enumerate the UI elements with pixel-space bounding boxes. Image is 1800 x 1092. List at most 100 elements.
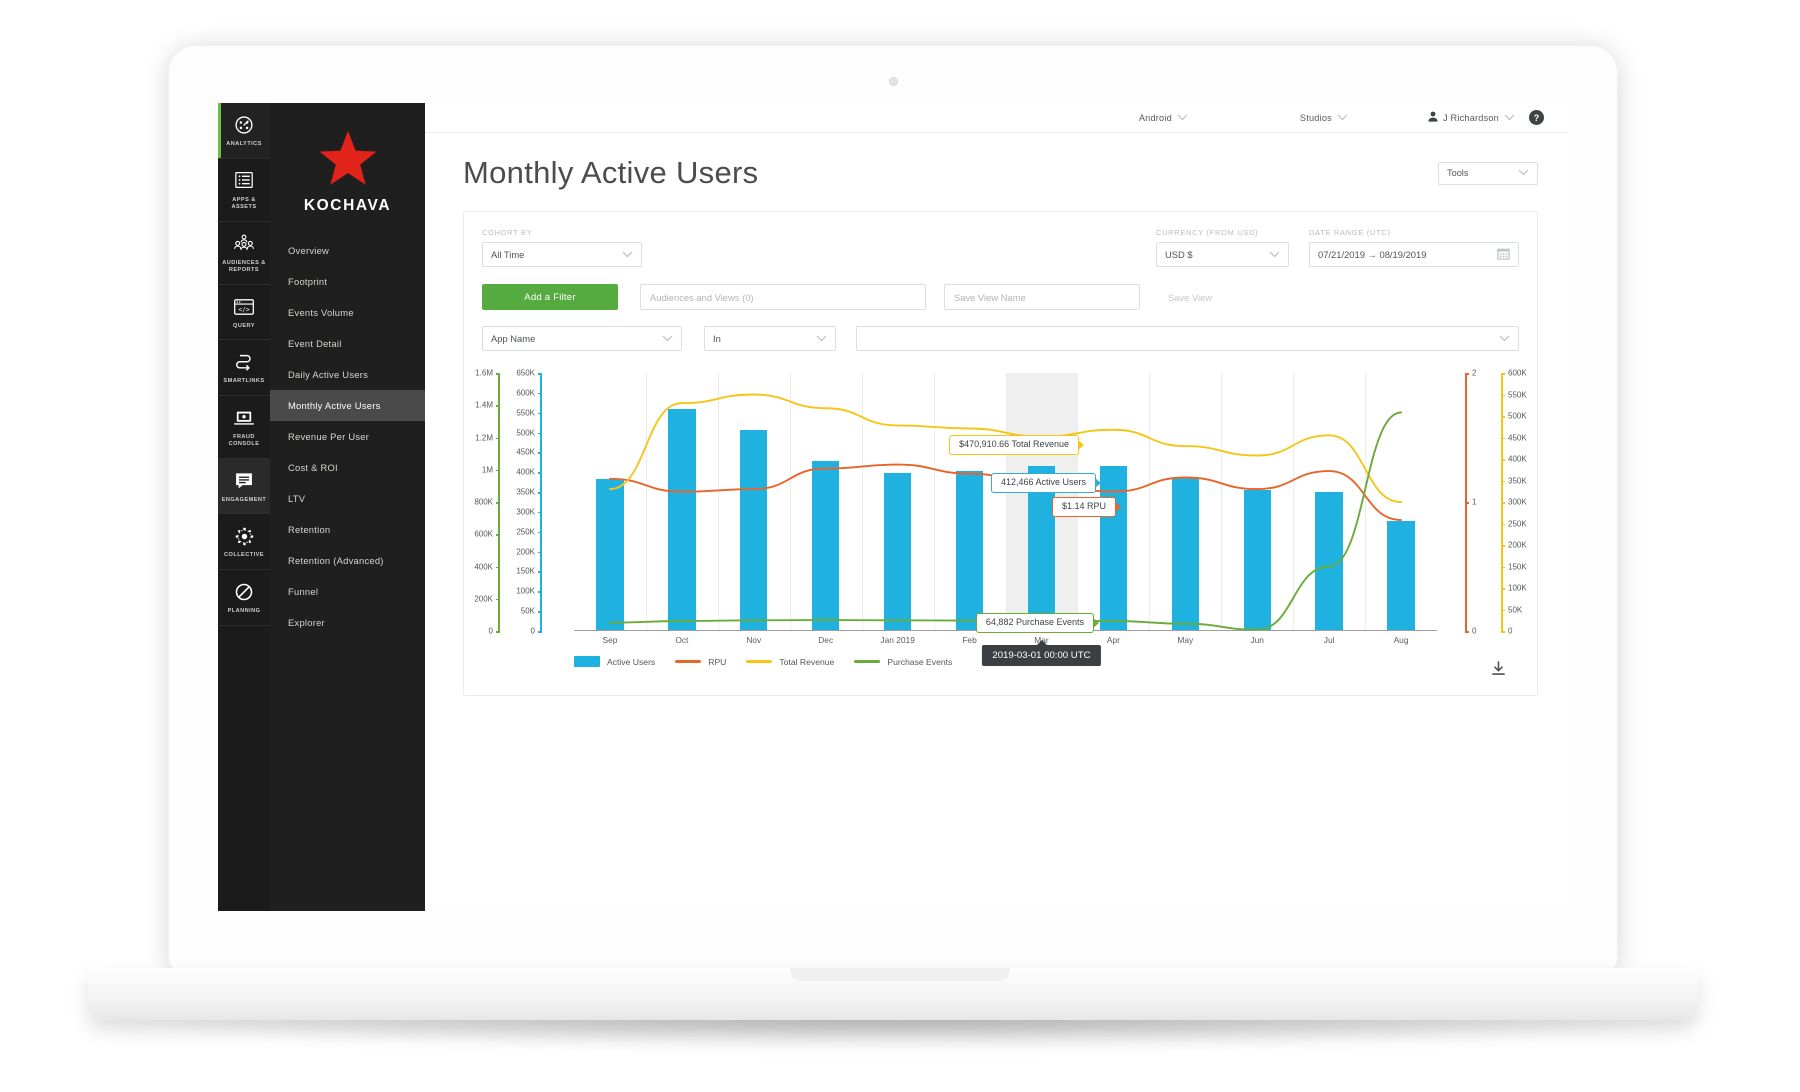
sidebar-item-monthly-active-users[interactable]: Monthly Active Users [270, 390, 425, 421]
rail-item-fraud-console[interactable]: FRAUD CONSOLE [218, 396, 270, 459]
axis-tick [496, 437, 500, 439]
page-title: Monthly Active Users [463, 155, 759, 190]
rail-item-engagement[interactable]: ENGAGEMENT [218, 458, 270, 515]
axis-tick [538, 551, 542, 554]
user-menu[interactable]: J Richardson [1428, 111, 1515, 124]
legend-swatch [675, 660, 702, 663]
axis-tick [1501, 437, 1505, 439]
filter-value-select[interactable] [856, 326, 1519, 351]
date-range-value: 07/21/2019 → 08/19/2019 [1318, 249, 1427, 260]
x-axis-label: Jan 2019 [880, 635, 915, 645]
sidebar-item-funnel[interactable]: Funnel [270, 576, 425, 607]
axis-tick-label: 0 [488, 626, 493, 636]
x-axis-label: Feb [962, 635, 977, 645]
save-view-button[interactable]: Save View [1154, 284, 1226, 310]
axis-tick-label: 450K [1508, 433, 1527, 442]
axis-tick-label: 100K [1508, 583, 1527, 593]
callout-events: 64,882 Purchase Events [975, 613, 1100, 633]
rail-item-apps-assets[interactable]: APPS & ASSETS [218, 159, 270, 222]
axis-tick [1501, 416, 1505, 418]
legend-item-total-revenue[interactable]: Total Revenue [746, 657, 834, 667]
sidebar-item-overview[interactable]: Overview [270, 235, 425, 266]
chevron-down-icon [1499, 333, 1510, 344]
add-filter-button[interactable]: Add a Filter [482, 284, 618, 310]
axis-tick-label: 600K [1508, 368, 1527, 378]
tools-label: Tools [1447, 168, 1469, 178]
platform-selector[interactable]: Android [1139, 113, 1188, 123]
laptop-screen: ANALYTICS APPS & ASSETS AUDIENCES & REPO… [218, 103, 1568, 911]
rail-item-analytics[interactable]: ANALYTICS [218, 103, 270, 159]
sidebar-item-revenue-per-user[interactable]: Revenue Per User [270, 421, 425, 452]
sidebar-item-retention-advanced[interactable]: Retention (Advanced) [270, 545, 425, 576]
axis-tick [538, 492, 542, 494]
main-content: Android Studios J Richardson ? Monthly A… [425, 103, 1568, 911]
x-axis-label: Dec [818, 635, 834, 645]
audiences-and-views-input[interactable]: Audiences and Views (0) [640, 284, 926, 310]
filter-operator-select[interactable]: In [704, 326, 836, 351]
axis-tick [1501, 523, 1505, 525]
axis-tick [496, 566, 500, 568]
axis-tick [496, 598, 500, 601]
download-icon[interactable] [1492, 661, 1505, 681]
rail-item-planning[interactable]: PLANNING [218, 570, 270, 626]
x-axis-label: Sep [602, 635, 618, 645]
axis-tick-label: 0 [1472, 626, 1477, 636]
cohort-value: All Time [491, 249, 525, 260]
rail-item-collective[interactable]: COLLECTIVE [218, 514, 270, 571]
top-bar: Android Studios J Richardson ? [425, 103, 1568, 133]
rail-item-smartlinks[interactable]: SMARTLINKS [218, 340, 270, 396]
sidebar-item-explorer[interactable]: Explorer [270, 607, 425, 638]
save-view-name-input[interactable]: Save View Name [944, 284, 1140, 310]
link-path-icon [220, 351, 268, 373]
network-circle-icon [220, 525, 268, 547]
date-range-input[interactable]: 07/21/2019 → 08/19/2019 [1309, 242, 1519, 267]
axis-tick [496, 631, 500, 633]
chevron-down-icon [1504, 113, 1515, 123]
list-icon [220, 170, 268, 192]
sidebar-item-cost-and-roi[interactable]: Cost & ROI [270, 452, 425, 483]
currency-select[interactable]: USD $ [1156, 242, 1289, 267]
axis-tick-label: 500K [1508, 411, 1527, 421]
filter-operator-value: In [713, 333, 721, 344]
axis-tick-label: 150K [516, 566, 535, 576]
legend-item-purchase-events[interactable]: Purchase Events [854, 657, 952, 667]
axis-tick-label: 600K [516, 388, 535, 398]
legend-swatch [746, 660, 773, 663]
laptop-notch [790, 968, 1010, 981]
account-selector[interactable]: Studios [1300, 113, 1348, 123]
rail-item-audiences-reports[interactable]: AUDIENCES & REPORTS [218, 222, 270, 285]
sidebar-item-event-detail[interactable]: Event Detail [270, 328, 425, 359]
axis-active-users: 0 50K 100K 150K 200K 250K 300K 350K 400K 450K 500K… [516, 369, 542, 636]
axis-tick-label: 350K [516, 487, 535, 497]
help-button[interactable]: ? [1529, 110, 1544, 125]
tools-dropdown[interactable]: Tools [1438, 161, 1538, 185]
axis-tick-label: 250K [516, 527, 535, 537]
date-range-field: DATE RANGE (UTC) 07/21/2019 → 08/19/2019 [1309, 228, 1519, 267]
legend-item-rpu[interactable]: RPU [675, 657, 726, 667]
axis-tick-label: 200K [516, 547, 535, 557]
sidebar-item-events-volume[interactable]: Events Volume [270, 297, 425, 328]
callout-text: $470,910.66 Total Revenue [959, 439, 1069, 449]
platform-label: Android [1138, 112, 1172, 123]
user-avatar-icon [1428, 111, 1438, 124]
rail-item-query[interactable]: </> QUERY [218, 285, 270, 341]
rail-label-engagement: ENGAGEMENT [221, 496, 267, 503]
cohort-select[interactable]: All Time [482, 242, 642, 267]
axis-tick [538, 531, 542, 534]
rail-label-analytics: ANALYTICS [226, 141, 262, 147]
axis-tick [538, 472, 542, 474]
calendar-icon[interactable] [1497, 247, 1510, 262]
sidebar-item-ltv[interactable]: LTV [270, 483, 425, 514]
user-name: J Richardson [1442, 112, 1499, 123]
legend-item-active-users[interactable]: Active Users [574, 656, 655, 667]
cohort-field: COHORT BY All Time [482, 228, 642, 267]
sidebar-item-footprint[interactable]: Footprint [270, 266, 425, 297]
filter-field-select[interactable]: App Name [482, 326, 682, 351]
webcam-dot [889, 77, 898, 86]
axis-tick [538, 511, 542, 514]
axis-tick [538, 452, 542, 454]
sidebar-item-retention[interactable]: Retention [270, 514, 425, 545]
code-window-icon: </> [220, 296, 268, 318]
currency-field: CURRENCY (FROM USD) USD $ [1156, 228, 1289, 267]
sidebar-item-daily-active-users[interactable]: Daily Active Users [270, 359, 425, 390]
